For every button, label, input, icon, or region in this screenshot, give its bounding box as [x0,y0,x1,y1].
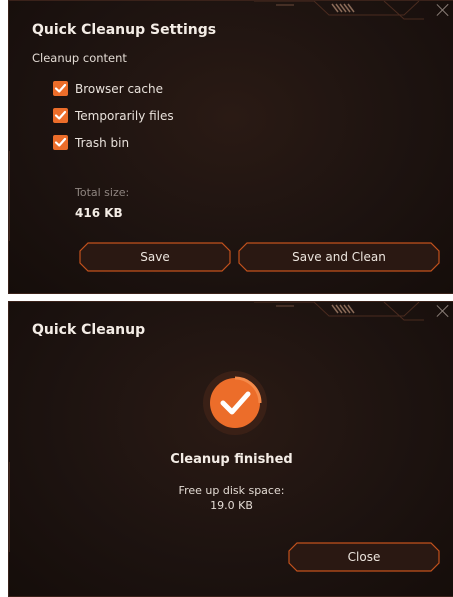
total-size-label: Total size: [75,186,130,199]
freed-space-label: Free up disk space: [178,484,285,497]
option-browser-cache[interactable]: Browser cache [53,81,163,96]
checkbox[interactable] [53,135,68,150]
option-temporarily-files[interactable]: Temporarily files [53,108,174,123]
dialog-title: Quick Cleanup [32,322,146,338]
freed-space-value: 19.0 KB [210,499,253,512]
close-icon[interactable] [436,304,450,318]
save-and-clean-button[interactable]: Save and Clean [238,242,440,272]
checkbox-label: Trash bin [75,135,130,150]
header-decoration [254,302,424,321]
checkmark-icon [54,110,67,120]
checkbox-label: Browser cache [75,81,163,96]
checkbox[interactable] [53,81,68,96]
left-edge-decoration [9,151,16,241]
status-text: Cleanup finished [170,452,293,467]
quick-cleanup-result-dialog: Quick Cleanup Cleanup finished Free up d… [8,301,453,597]
close-icon[interactable] [436,3,450,17]
save-and-clean-button-label: Save and Clean [292,250,386,264]
checkmark-icon [54,137,67,147]
checkbox-label: Temporarily files [75,108,174,123]
checkbox[interactable] [53,108,68,123]
close-button-label: Close [347,550,381,564]
close-button[interactable]: Close [288,542,440,572]
dialog-title: Quick Cleanup Settings [32,22,217,38]
section-label: Cleanup content [32,51,127,65]
header-decoration [254,1,424,20]
checkmark-icon [54,83,67,93]
option-trash-bin[interactable]: Trash bin [53,135,129,150]
success-check-icon [203,371,267,435]
save-button-label: Save [140,250,170,264]
quick-cleanup-settings-dialog: Quick Cleanup Settings Cleanup content B… [8,0,453,294]
total-size-value: 416 KB [75,206,123,220]
save-button[interactable]: Save [79,242,231,272]
